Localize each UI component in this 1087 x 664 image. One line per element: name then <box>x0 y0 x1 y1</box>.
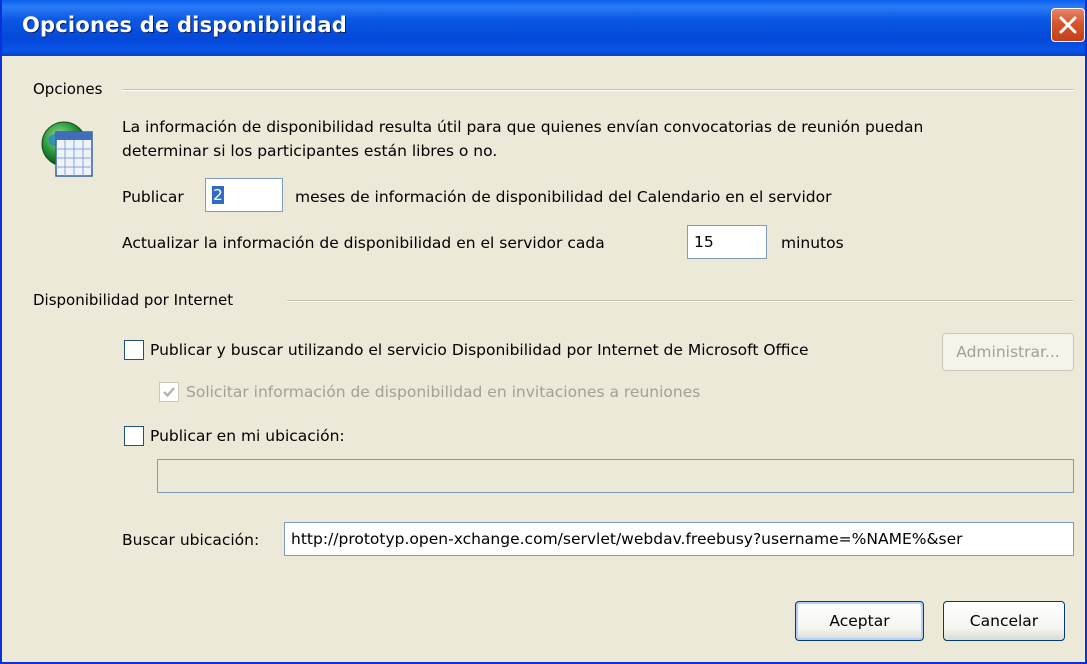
search-location-input[interactable]: http://prototyp.open-xchange.com/servlet… <box>284 522 1074 556</box>
manage-button[interactable]: Administrar... <box>942 333 1074 371</box>
availability-options-dialog: Opciones de disponibilidad Opciones La i… <box>0 0 1087 664</box>
calendar-globe-icon <box>41 121 93 177</box>
internet-group-label: Disponibilidad por Internet <box>33 291 240 309</box>
options-separator <box>122 89 1074 91</box>
publish-suffix: meses de información de disponibilidad d… <box>295 188 832 206</box>
ms-service-label[interactable]: Publicar y buscar utilizando el servicio… <box>150 341 809 359</box>
publish-label: Publicar <box>122 188 184 206</box>
request-info-label: Solicitar información de disponibilidad … <box>186 383 701 401</box>
search-location-label: Buscar ubicación: <box>122 531 260 549</box>
update-label: Actualizar la información de disponibili… <box>122 234 605 252</box>
close-button[interactable] <box>1051 8 1085 42</box>
dialog-title: Opciones de disponibilidad <box>22 13 347 37</box>
ms-service-checkbox[interactable] <box>124 340 144 360</box>
request-info-checkbox[interactable] <box>159 382 179 402</box>
options-group-label: Opciones <box>33 80 109 98</box>
cancel-button[interactable]: Cancelar <box>943 601 1065 641</box>
options-description-line1: La información de disponibilidad resulta… <box>122 118 924 136</box>
internet-separator <box>287 300 1074 302</box>
publish-months-value: 2 <box>212 186 224 204</box>
update-minutes-input[interactable]: 15 <box>687 225 767 259</box>
publish-location-label[interactable]: Publicar en mi ubicación: <box>150 427 345 445</box>
publish-months-input[interactable]: 2 <box>205 178 283 212</box>
options-description-line2: determinar si los participantes están li… <box>122 142 498 160</box>
update-minutes-value: 15 <box>694 233 714 251</box>
close-icon <box>1059 16 1077 34</box>
title-bar[interactable]: Opciones de disponibilidad <box>2 0 1085 56</box>
publish-location-input[interactable] <box>157 459 1074 493</box>
publish-location-checkbox[interactable] <box>124 426 144 446</box>
checkmark-icon <box>163 387 175 398</box>
update-suffix: minutos <box>781 234 844 252</box>
search-location-value: http://prototyp.open-xchange.com/servlet… <box>291 530 963 548</box>
ok-button[interactable]: Aceptar <box>795 601 924 641</box>
